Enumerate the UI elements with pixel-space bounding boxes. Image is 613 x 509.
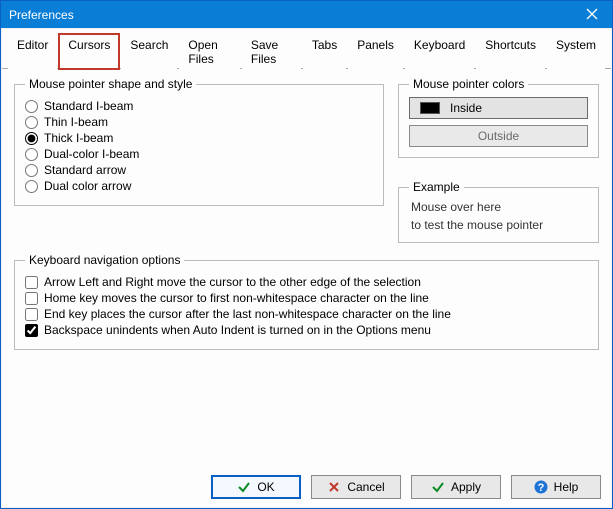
- example-legend: Example: [409, 180, 464, 194]
- shape-radio-5[interactable]: [25, 180, 38, 193]
- example-fieldset: Example Mouse over here to test the mous…: [398, 180, 599, 243]
- tab-strip: EditorCursorsSearchOpen FilesSave FilesT…: [2, 29, 611, 69]
- tab-tabs[interactable]: Tabs: [303, 34, 346, 69]
- shape-radio-0[interactable]: [25, 100, 38, 113]
- keyboard-option-1[interactable]: Home key moves the cursor to first non-w…: [25, 291, 588, 305]
- keyboard-fieldset: Keyboard navigation options Arrow Left a…: [14, 253, 599, 350]
- shape-radio-1[interactable]: [25, 116, 38, 129]
- tab-system[interactable]: System: [547, 34, 605, 69]
- keyboard-checkbox-3[interactable]: [25, 324, 38, 337]
- keyboard-label-2: End key places the cursor after the last…: [44, 307, 451, 321]
- keyboard-checkbox-2[interactable]: [25, 308, 38, 321]
- tab-search[interactable]: Search: [121, 34, 177, 69]
- keyboard-option-2[interactable]: End key places the cursor after the last…: [25, 307, 588, 321]
- shape-legend: Mouse pointer shape and style: [25, 77, 196, 91]
- cancel-icon: [327, 480, 341, 494]
- content-area: EditorCursorsSearchOpen FilesSave FilesT…: [2, 29, 611, 507]
- shape-option-5[interactable]: Dual color arrow: [25, 179, 373, 193]
- tab-save-files[interactable]: Save Files: [242, 34, 301, 69]
- shape-option-4[interactable]: Standard arrow: [25, 163, 373, 177]
- outside-color-button[interactable]: Outside: [409, 125, 588, 147]
- tab-keyboard[interactable]: Keyboard: [405, 34, 474, 69]
- keyboard-label-1: Home key moves the cursor to first non-w…: [44, 291, 429, 305]
- close-button[interactable]: [572, 1, 612, 28]
- shape-label-5: Dual color arrow: [44, 179, 131, 193]
- colors-fieldset: Mouse pointer colors Inside Outside: [398, 77, 599, 158]
- window-title: Preferences: [9, 8, 74, 22]
- tab-open-files[interactable]: Open Files: [179, 34, 239, 69]
- keyboard-legend: Keyboard navigation options: [25, 253, 184, 267]
- tab-editor[interactable]: Editor: [8, 34, 57, 69]
- shape-label-0: Standard I-beam: [44, 99, 133, 113]
- check-icon: [237, 480, 251, 494]
- ok-label: OK: [257, 480, 274, 494]
- shape-label-1: Thin I-beam: [44, 115, 108, 129]
- example-line2: to test the mouse pointer: [411, 218, 586, 234]
- apply-button[interactable]: Apply: [411, 475, 501, 499]
- inside-color-label: Inside: [450, 101, 482, 115]
- help-label: Help: [554, 480, 579, 494]
- keyboard-option-3[interactable]: Backspace unindents when Auto Indent is …: [25, 323, 588, 337]
- example-area[interactable]: Mouse over here to test the mouse pointe…: [409, 200, 588, 238]
- help-button[interactable]: ? Help: [511, 475, 601, 499]
- close-icon: [586, 7, 598, 23]
- keyboard-label-3: Backspace unindents when Auto Indent is …: [44, 323, 431, 337]
- keyboard-option-0[interactable]: Arrow Left and Right move the cursor to …: [25, 275, 588, 289]
- outside-color-label: Outside: [478, 129, 519, 143]
- title-bar: Preferences: [1, 1, 612, 28]
- apply-label: Apply: [451, 480, 481, 494]
- tab-panels[interactable]: Panels: [348, 34, 403, 69]
- svg-text:?: ?: [537, 482, 544, 494]
- check-icon: [431, 480, 445, 494]
- preferences-window: Preferences EditorCursorsSearchOpen File…: [0, 0, 613, 509]
- example-line1: Mouse over here: [411, 200, 586, 216]
- colors-legend: Mouse pointer colors: [409, 77, 528, 91]
- shape-fieldset: Mouse pointer shape and style Standard I…: [14, 77, 384, 206]
- shape-label-2: Thick I-beam: [44, 131, 113, 145]
- shape-option-3[interactable]: Dual-color I-beam: [25, 147, 373, 161]
- tab-cursors[interactable]: Cursors: [59, 34, 119, 69]
- inside-color-button[interactable]: Inside: [409, 97, 588, 119]
- shape-label-3: Dual-color I-beam: [44, 147, 139, 161]
- cancel-button[interactable]: Cancel: [311, 475, 401, 499]
- shape-radio-3[interactable]: [25, 148, 38, 161]
- inside-color-swatch: [420, 102, 440, 114]
- shape-label-4: Standard arrow: [44, 163, 126, 177]
- cancel-label: Cancel: [347, 480, 384, 494]
- help-icon: ?: [534, 480, 548, 494]
- tab-body: Mouse pointer shape and style Standard I…: [2, 69, 611, 368]
- shape-option-2[interactable]: Thick I-beam: [25, 131, 373, 145]
- keyboard-checkbox-0[interactable]: [25, 276, 38, 289]
- keyboard-label-0: Arrow Left and Right move the cursor to …: [44, 275, 421, 289]
- keyboard-checkbox-1[interactable]: [25, 292, 38, 305]
- ok-button[interactable]: OK: [211, 475, 301, 499]
- shape-radio-4[interactable]: [25, 164, 38, 177]
- shape-option-1[interactable]: Thin I-beam: [25, 115, 373, 129]
- tab-shortcuts[interactable]: Shortcuts: [476, 34, 545, 69]
- shape-radio-2[interactable]: [25, 132, 38, 145]
- button-bar: OK Cancel Apply ? Help: [211, 475, 601, 499]
- shape-option-0[interactable]: Standard I-beam: [25, 99, 373, 113]
